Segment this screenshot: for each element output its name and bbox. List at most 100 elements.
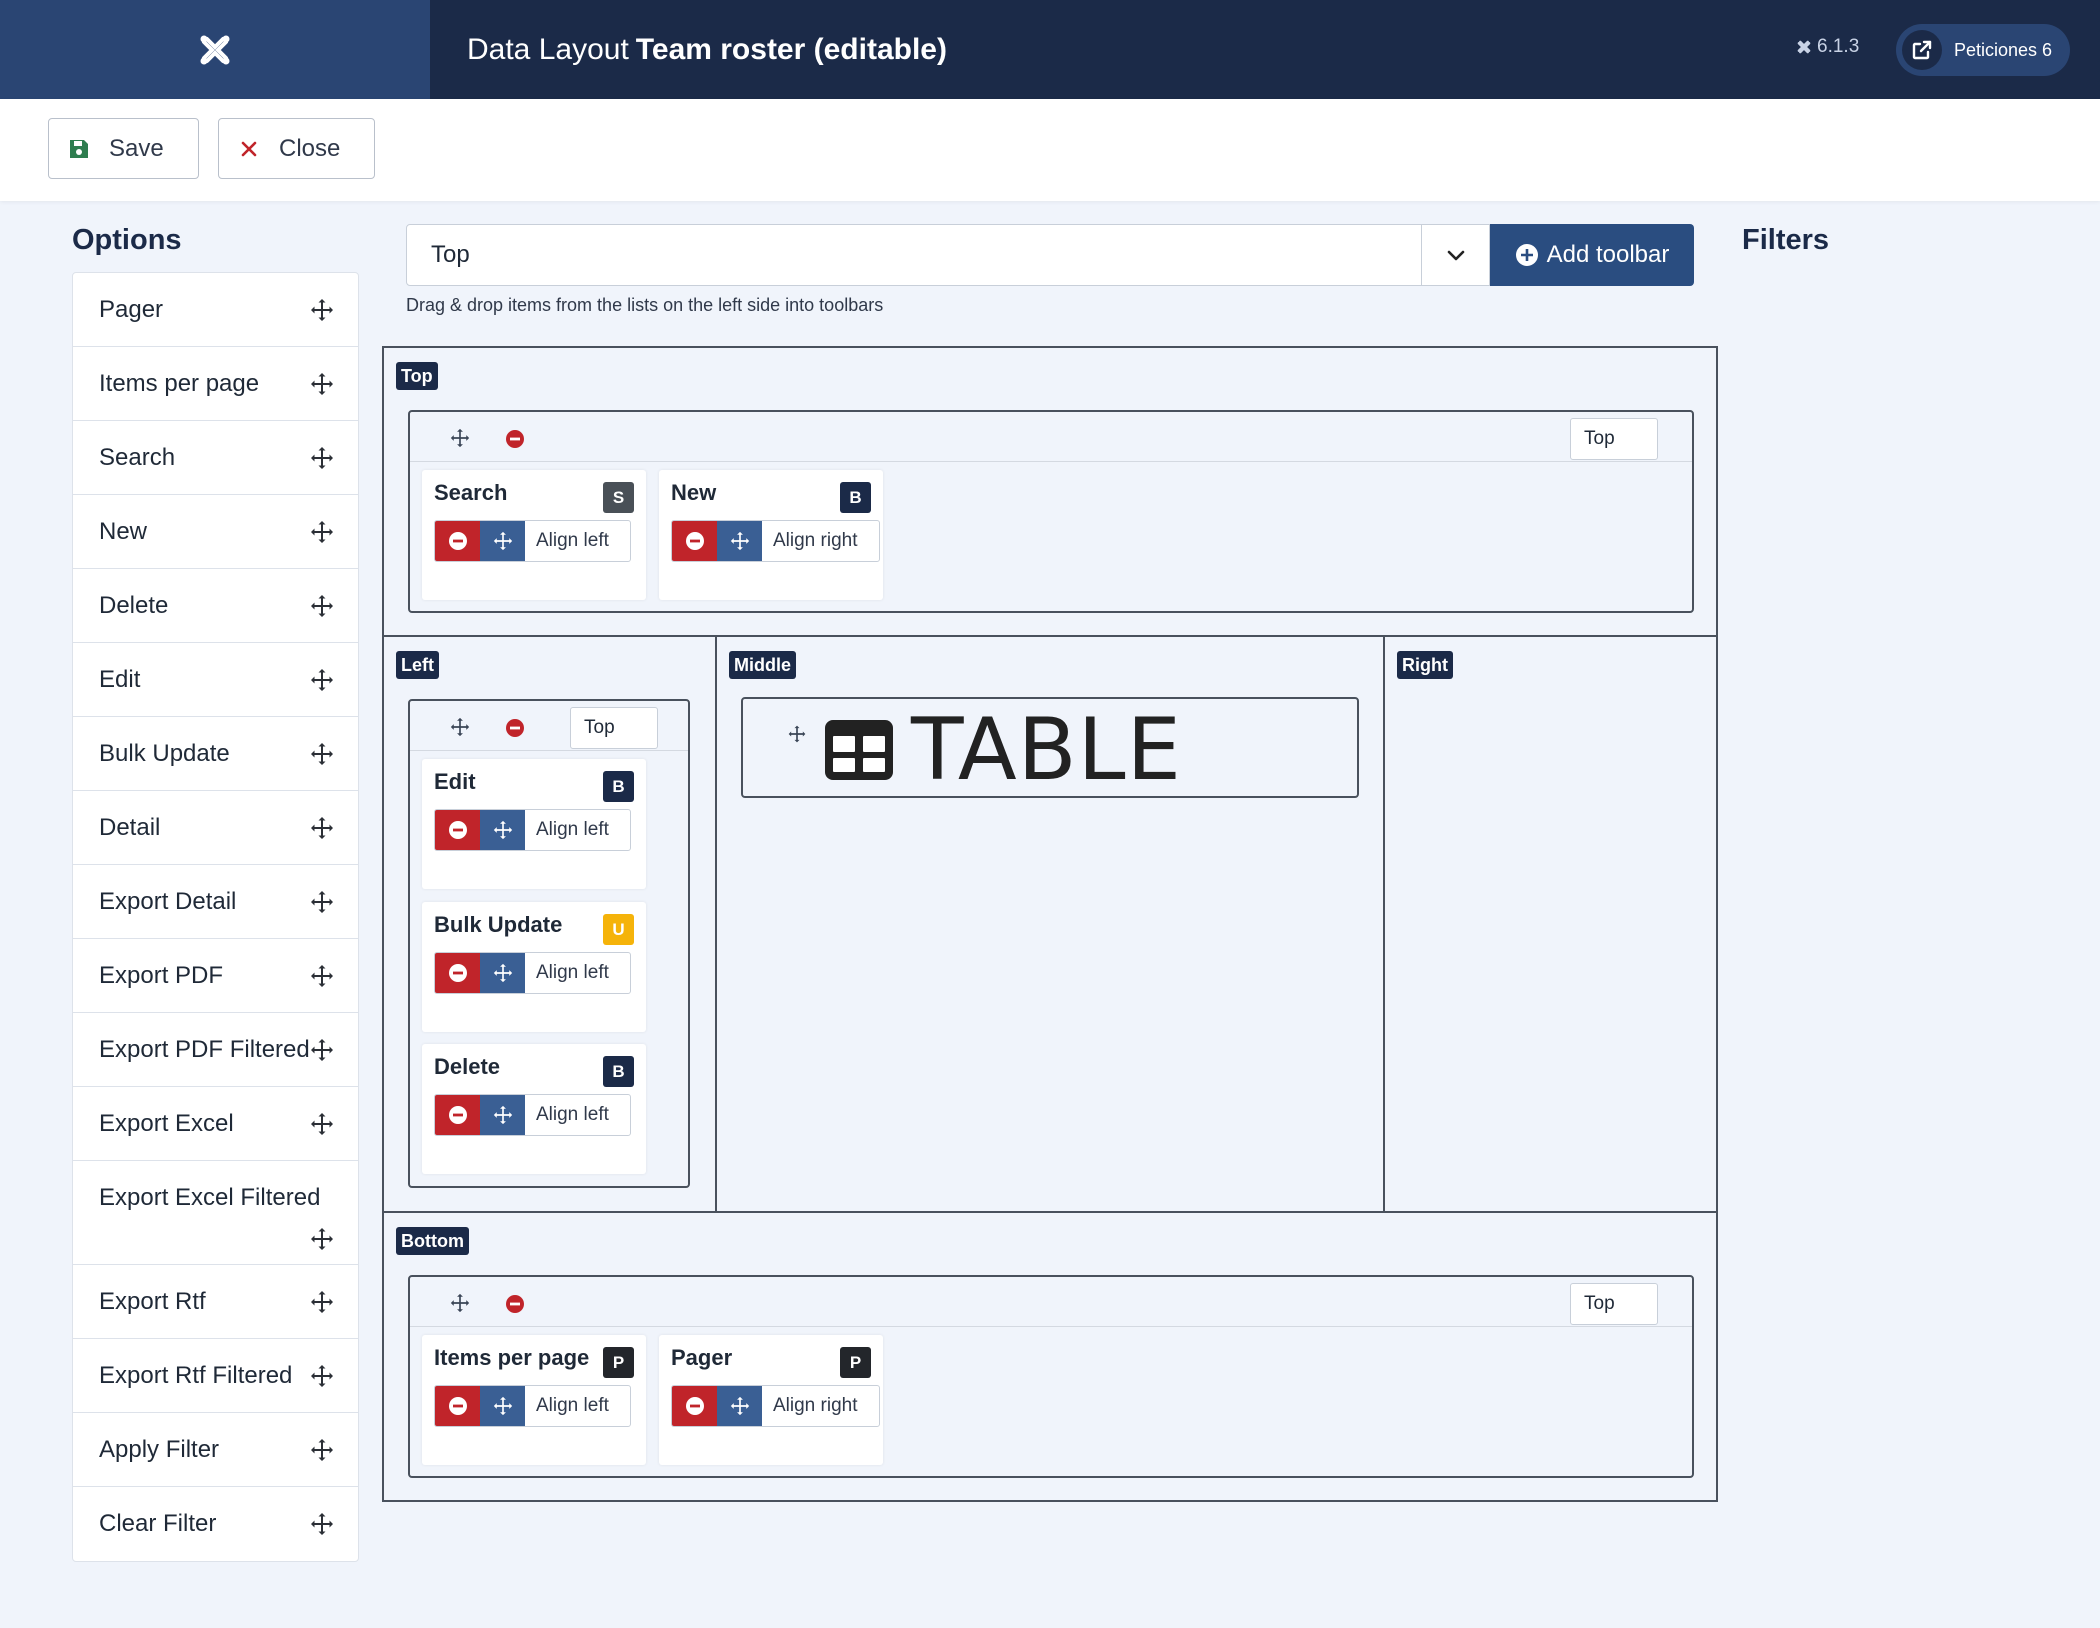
position-select[interactable]: Top [1570,1283,1658,1325]
option-item[interactable]: Bulk Update [73,717,358,791]
table-placeholder[interactable]: TABLE [741,697,1359,798]
toolbar-panel-top[interactable]: Top Search S Align left New B Align right [408,410,1694,613]
add-toolbar-button[interactable]: Add toolbar [1490,224,1694,286]
toolbar-item-title: Search [434,480,508,505]
option-item[interactable]: Apply Filter [73,1413,358,1487]
align-select[interactable]: Align right [762,521,879,561]
save-button[interactable]: Save [48,118,199,179]
move-icon[interactable] [450,717,470,742]
option-item-label: Export PDF Filtered [99,1036,310,1063]
move-icon[interactable] [310,446,334,477]
toolbar-panel-header: Top [410,701,688,751]
toolbar-item-card[interactable]: Edit B Align left [422,759,646,889]
move-icon[interactable] [787,724,807,749]
move-icon[interactable] [450,428,470,453]
option-item-label: Clear Filter [99,1510,217,1537]
option-item[interactable]: Detail [73,791,358,865]
item-type-badge: B [603,771,634,802]
move-icon[interactable] [717,1386,762,1426]
option-item[interactable]: Search [73,421,358,495]
option-item[interactable]: Export Excel Filtered [73,1161,358,1265]
remove-icon[interactable] [672,521,717,561]
option-item-label: Export Rtf [99,1288,206,1315]
move-icon[interactable] [310,1038,334,1069]
toolbar-item-card[interactable]: New B Align right [659,470,883,600]
move-icon[interactable] [310,890,334,921]
move-icon[interactable] [450,1293,470,1318]
joomla-logo[interactable] [0,0,430,99]
move-icon[interactable] [310,520,334,551]
option-item-label: Delete [99,592,169,619]
item-type-badge: S [603,482,634,513]
joomla-small-icon [1797,40,1811,54]
option-item-label: Search [99,444,176,471]
option-item[interactable]: Export Rtf [73,1265,358,1339]
move-icon[interactable] [310,594,334,625]
align-select[interactable]: Align left [525,521,630,561]
toolbar-item-card[interactable]: Delete B Align left [422,1044,646,1174]
item-type-badge: B [603,1056,634,1087]
position-select-value: Top [1584,1293,1615,1314]
toolbar-item-card[interactable]: Bulk Update U Align left [422,902,646,1032]
position-select[interactable]: Top [1570,418,1658,460]
option-item[interactable]: Export PDF Filtered [73,1013,358,1087]
move-icon[interactable] [310,668,334,699]
move-icon[interactable] [310,816,334,847]
move-icon[interactable] [480,1095,525,1135]
toolbar-panel-bottom[interactable]: Top Items per page P Align left Pager P A… [408,1275,1694,1478]
move-icon[interactable] [310,964,334,995]
option-item[interactable]: Export Excel [73,1087,358,1161]
toolbar-item-card[interactable]: Pager P Align right [659,1335,883,1465]
move-icon[interactable] [310,298,334,329]
remove-icon[interactable] [435,521,480,561]
move-icon[interactable] [310,1290,334,1321]
option-item[interactable]: Pager [73,273,358,347]
move-icon[interactable] [480,953,525,993]
option-item[interactable]: New [73,495,358,569]
position-select[interactable]: Top [570,707,658,749]
remove-icon[interactable] [435,1386,480,1426]
toolbar-select[interactable]: Top [406,224,1490,286]
option-item[interactable]: Edit [73,643,358,717]
move-icon[interactable] [310,1438,334,1469]
option-item[interactable]: Export Rtf Filtered [73,1339,358,1413]
move-icon[interactable] [310,372,334,403]
remove-icon[interactable] [435,1095,480,1135]
option-item[interactable]: Items per page [73,347,358,421]
move-icon[interactable] [480,521,525,561]
option-item[interactable]: Delete [73,569,358,643]
remove-icon[interactable] [672,1386,717,1426]
remove-icon[interactable] [505,1294,525,1319]
move-icon[interactable] [310,1227,334,1258]
align-select[interactable]: Align left [525,810,630,850]
version-label: 6.1.3 [1817,36,1860,57]
toolbar-item-card[interactable]: Items per page P Align left [422,1335,646,1465]
move-icon[interactable] [310,1512,334,1543]
move-icon[interactable] [480,1386,525,1426]
align-select[interactable]: Align left [525,1386,630,1426]
option-item[interactable]: Export PDF [73,939,358,1013]
toolbar-panel-left[interactable]: Top Edit B Align left Bulk Update U Align… [408,699,690,1188]
move-icon[interactable] [310,742,334,773]
move-icon[interactable] [480,810,525,850]
align-select[interactable]: Align left [525,953,630,993]
move-icon[interactable] [310,1364,334,1395]
align-select[interactable]: Align left [525,1095,630,1135]
remove-icon[interactable] [505,429,525,454]
user-menu-button[interactable]: Peticiones 6 [1896,24,2070,76]
move-icon[interactable] [717,521,762,561]
close-label: Close [279,134,341,162]
option-item-label: Export Excel [99,1110,234,1137]
item-controls: Align left [434,520,631,562]
option-item-label: Items per page [99,370,260,397]
move-icon[interactable] [310,1112,334,1143]
remove-icon[interactable] [435,810,480,850]
remove-icon[interactable] [505,718,525,743]
option-item-label: Export Excel Filtered [99,1184,321,1211]
remove-icon[interactable] [435,953,480,993]
option-item[interactable]: Export Detail [73,865,358,939]
close-button[interactable]: Close [218,118,375,179]
align-select[interactable]: Align right [762,1386,879,1426]
option-item[interactable]: Clear Filter [73,1487,358,1561]
toolbar-item-card[interactable]: Search S Align left [422,470,646,600]
